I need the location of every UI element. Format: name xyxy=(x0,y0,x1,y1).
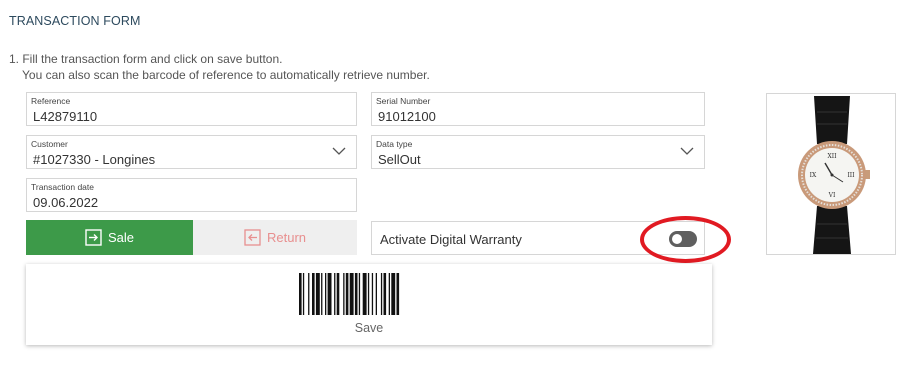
customer-label: Customer xyxy=(31,139,68,149)
digital-warranty-label: Activate Digital Warranty xyxy=(380,232,522,247)
transaction-date-value: 09.06.2022 xyxy=(33,195,99,210)
customer-value: #1027330 - Longines xyxy=(33,152,156,167)
svg-text:III: III xyxy=(847,172,855,179)
save-label: Save xyxy=(354,321,384,335)
chevron-down-icon xyxy=(332,147,346,155)
product-image: XII VI III IX xyxy=(766,93,896,255)
transaction-date-label: Transaction date xyxy=(31,182,94,192)
serial-number-value: 91012100 xyxy=(378,109,436,124)
svg-text:VI: VI xyxy=(828,192,836,199)
instruction-line-2: You can also scan the barcode of referen… xyxy=(22,68,430,82)
data-type-label: Data type xyxy=(376,139,413,149)
return-button[interactable]: Return xyxy=(193,220,357,255)
arrow-out-of-box-icon xyxy=(244,229,261,246)
instruction-line-1: 1. Fill the transaction form and click o… xyxy=(9,52,283,66)
barcode-icon xyxy=(299,273,400,315)
svg-text:XII: XII xyxy=(827,153,837,160)
return-label: Return xyxy=(266,230,307,245)
reference-value: L42879110 xyxy=(33,109,98,124)
data-type-value: SellOut xyxy=(378,152,421,167)
data-type-select[interactable]: Data type SellOut xyxy=(371,135,705,169)
reference-field[interactable]: Reference L42879110 xyxy=(26,92,357,126)
reference-label: Reference xyxy=(31,96,71,106)
sale-label: Sale xyxy=(107,230,135,245)
chevron-down-icon xyxy=(680,147,694,155)
save-barcode-button[interactable]: Save xyxy=(26,264,712,345)
customer-select[interactable]: Customer #1027330 - Longines xyxy=(26,135,357,169)
serial-number-label: Serial Number xyxy=(376,96,431,106)
transaction-date-field[interactable]: Transaction date 09.06.2022 xyxy=(26,178,357,212)
svg-text:IX: IX xyxy=(810,172,817,179)
serial-number-field[interactable]: Serial Number 91012100 xyxy=(371,92,705,126)
arrow-into-box-icon xyxy=(85,229,102,246)
sale-button[interactable]: Sale xyxy=(26,220,193,255)
watch-icon: XII VI III IX xyxy=(798,96,870,254)
page-title: TRANSACTION FORM xyxy=(9,14,141,28)
highlight-circle xyxy=(640,216,731,263)
